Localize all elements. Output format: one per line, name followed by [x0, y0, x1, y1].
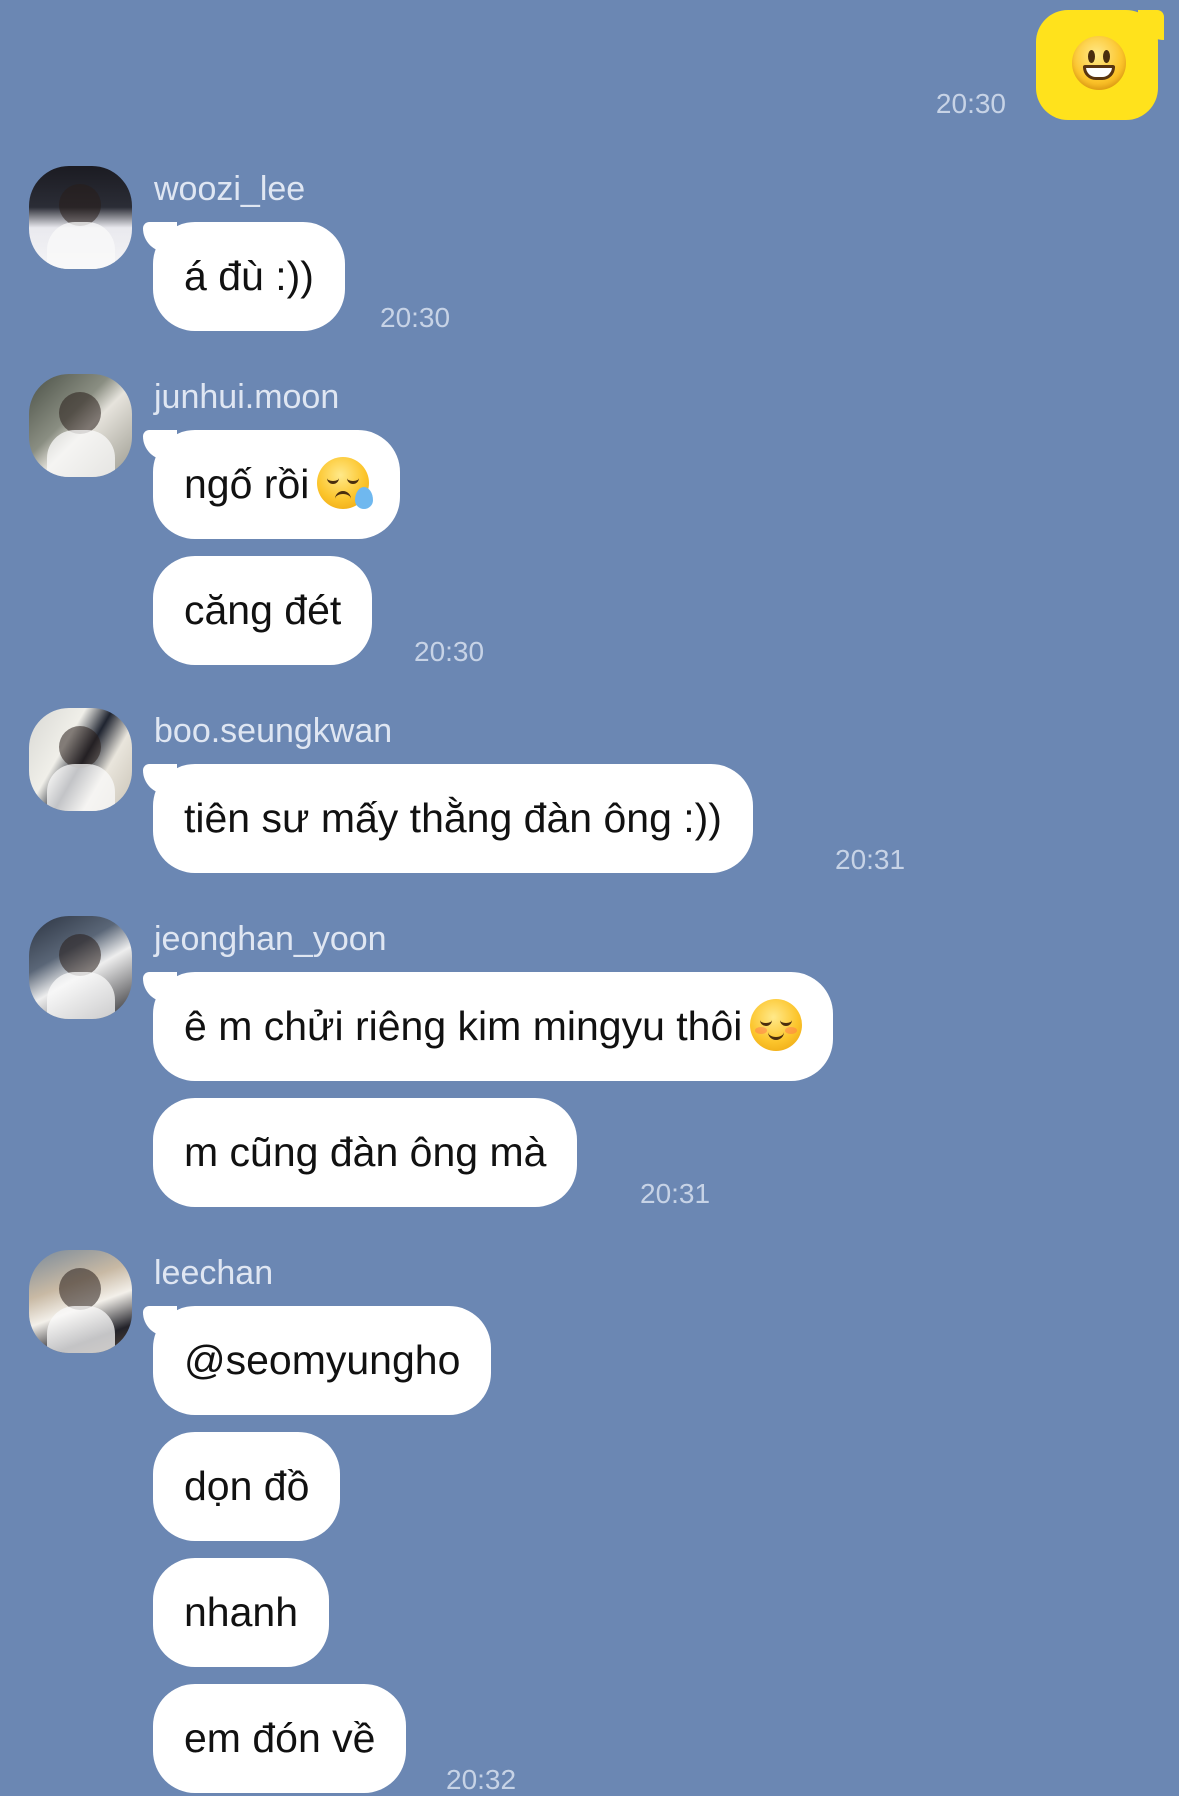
message-bubble[interactable]: á đù :))	[143, 222, 345, 331]
message-time: 20:32	[446, 1764, 517, 1795]
message-text: nhanh	[184, 1589, 299, 1635]
message-bubble[interactable]: tiên sư mấy thằng đàn ông :))	[143, 764, 753, 873]
message-text: dọn đồ	[184, 1463, 310, 1509]
avatar-jeonghan-yoon[interactable]	[29, 916, 132, 1019]
avatar-woozi-lee[interactable]	[29, 166, 132, 269]
grinning-face-icon	[1072, 36, 1126, 90]
message-text: á đù :))	[184, 253, 314, 299]
message-bubble[interactable]: dọn đồ	[153, 1432, 341, 1541]
message-bubble[interactable]: @seomyungho	[142, 1306, 492, 1415]
message-text: ê m chửi riêng kim mingyu thôi	[184, 1003, 743, 1049]
message-text: m cũng đàn ông mà	[184, 1129, 547, 1175]
message-text: tiên sư mấy thằng đàn ông :))	[184, 795, 722, 841]
message-bubble[interactable]: m cũng đàn ông mà	[153, 1098, 578, 1207]
message-text: ngố rồi	[184, 461, 310, 507]
smiling-face-icon	[750, 999, 803, 1052]
chat-thread[interactable]: 20:30 woozi_lee á đù :)) 20:30 junhui.mo…	[0, 0, 1179, 1796]
message-bubble[interactable]: em đón về	[153, 1684, 407, 1793]
avatar-junhui-moon[interactable]	[29, 374, 132, 477]
sender-name: jeonghan_yoon	[154, 920, 387, 958]
sender-name: leechan	[154, 1254, 274, 1292]
avatar-leechan[interactable]	[29, 1250, 132, 1353]
message-text: em đón về	[184, 1715, 376, 1761]
avatar-boo-seungkwan[interactable]	[29, 708, 132, 811]
outgoing-time: 20:30	[935, 88, 1006, 119]
outgoing-bubble[interactable]	[1036, 10, 1164, 120]
message-time: 20:30	[414, 636, 485, 667]
message-bubble[interactable]: nhanh	[153, 1558, 330, 1667]
message-bubble[interactable]: ngố rồi	[142, 430, 401, 539]
message-text: căng đét	[184, 587, 342, 633]
message-bubble[interactable]: căng đét	[153, 556, 373, 665]
sender-name: junhui.moon	[154, 378, 340, 416]
message-bubble[interactable]: ê m chửi riêng kim mingyu thôi	[142, 972, 834, 1081]
sleepy-face-icon	[317, 457, 374, 510]
message-time: 20:31	[640, 1178, 711, 1209]
message-text: @seomyungho	[184, 1337, 461, 1383]
sender-name: woozi_lee	[154, 170, 306, 208]
message-time: 20:30	[380, 302, 451, 333]
sender-name: boo.seungkwan	[154, 712, 393, 750]
message-time: 20:31	[835, 844, 906, 875]
